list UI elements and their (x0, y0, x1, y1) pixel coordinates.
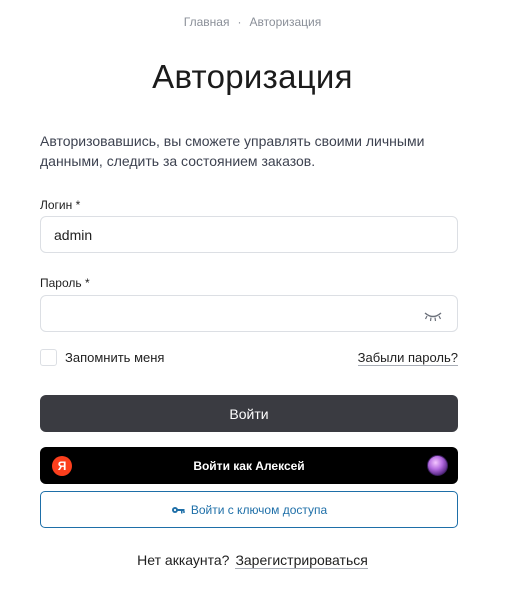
user-avatar (427, 455, 448, 476)
yandex-logo-icon: Я (52, 456, 72, 476)
login-input[interactable] (40, 216, 458, 253)
password-input[interactable] (40, 295, 458, 332)
key-icon (171, 506, 185, 513)
login-label-text: Логин (40, 198, 73, 212)
access-key-login-button[interactable]: Войти с ключом доступа (40, 491, 458, 528)
yandex-login-label: Войти как Алексей (193, 458, 305, 473)
remember-checkbox[interactable] (40, 349, 57, 366)
intro-text: Авторизовавшись, вы сможете управлять св… (40, 133, 425, 169)
password-label-text: Пароль (40, 276, 82, 290)
page-title: Авторизация (152, 58, 353, 95)
breadcrumb: Главная · Авторизация (0, 15, 505, 29)
breadcrumb-home-link[interactable]: Главная (184, 15, 230, 29)
login-button[interactable]: Войти (40, 395, 458, 432)
breadcrumb-separator: · (237, 15, 242, 29)
remember-me[interactable]: Запомнить меня (40, 349, 164, 366)
yandex-login-button[interactable]: Я Войти как Алексей (40, 447, 458, 484)
password-label: Пароль * (40, 276, 90, 290)
access-key-label: Войти с ключом доступа (190, 502, 328, 517)
register-question: Нет аккаунта? (137, 552, 230, 568)
auth-page: Главная · Авторизация Авторизация Авторизо… (0, 0, 505, 600)
forgot-password-link[interactable]: Забыли пароль? (357, 351, 458, 366)
login-required-mark: * (75, 198, 81, 212)
password-required-mark: * (84, 276, 90, 290)
eye-closed-icon[interactable] (423, 310, 443, 322)
login-label: Логин * (40, 198, 80, 212)
breadcrumb-current: Авторизация (249, 15, 322, 29)
register-link[interactable]: Зарегистрироваться (235, 552, 368, 569)
register-prompt: Нет аккаунта? Зарегистрироваться (0, 552, 505, 569)
remember-label: Запомнить меня (65, 350, 165, 365)
